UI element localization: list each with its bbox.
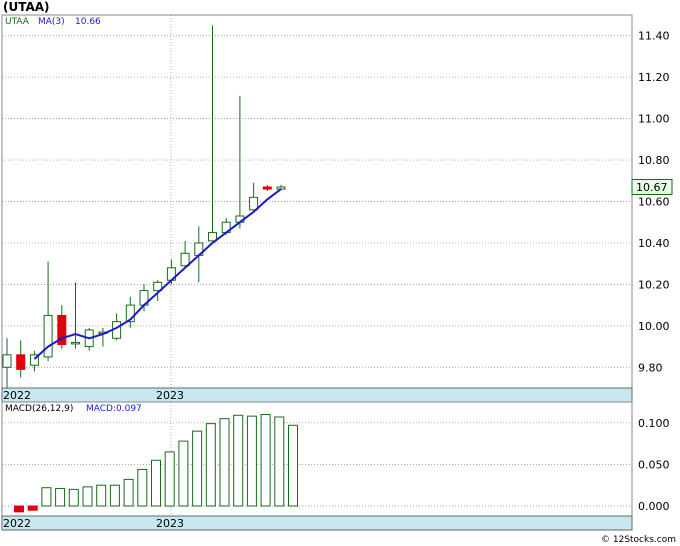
macd-bar: [137, 468, 148, 507]
price-y-tick: 11.00: [638, 113, 670, 126]
macd-bar: [164, 451, 175, 507]
macd-bar: [219, 418, 230, 507]
macd-bar: [123, 478, 134, 507]
candle-body: [71, 341, 80, 345]
price-y-axis: 9.80 10.00 10.20 10.40 10.60 10.80 11.00 11.20 1…: [638, 30, 670, 375]
macd-bar: [41, 487, 52, 507]
candle-body: [180, 252, 190, 267]
macd-x-label-2023: 2023: [156, 517, 184, 530]
candle-body: [276, 186, 286, 190]
price-y-tick: 11.20: [638, 71, 670, 84]
price-y-tick: 10.80: [638, 154, 670, 167]
macd-bar: [151, 459, 161, 507]
last-price-label: 10.67: [636, 181, 668, 194]
macd-bar: [246, 415, 257, 507]
macd-bar: [55, 488, 66, 507]
macd-bar: [14, 505, 24, 513]
price-y-tick: 10.20: [638, 278, 670, 291]
price-x-label-2023: 2023: [156, 389, 184, 402]
macd-y-tick: 0.100: [638, 417, 670, 430]
macd-date-band: [1, 515, 633, 531]
macd-y-tick: 0.050: [638, 458, 670, 471]
macd-y-axis: 0.000 0.050 0.100: [638, 417, 670, 513]
copyright: © 12Stocks.com: [601, 535, 676, 545]
macd-bar: [27, 505, 38, 511]
macd-x-label-2022: 2022: [3, 517, 31, 530]
macd-bar: [109, 484, 120, 507]
price-x-label-2022: 2022: [3, 389, 31, 402]
price-panel: 9.80 10.00 10.20 10.40 10.60 10.80 11.00 11.20 1…: [1, 14, 673, 403]
macd-bar: [192, 430, 203, 507]
candle-body: [43, 314, 53, 358]
candle-body: [249, 196, 259, 211]
macd-bar: [233, 414, 244, 507]
macd-y-tick: 0.000: [638, 500, 670, 513]
ma-value: 10.66: [75, 17, 101, 27]
price-date-band: [1, 387, 633, 403]
candle-body: [2, 354, 12, 368]
macd-bar: [205, 423, 216, 507]
macd-bar: [82, 486, 93, 507]
macd-bar: [274, 416, 285, 507]
macd-bar: [68, 488, 79, 507]
macd-bar: [178, 440, 189, 507]
price-y-tick: 9.80: [638, 361, 663, 374]
price-y-tick: 10.00: [638, 320, 670, 333]
candle-body: [262, 186, 272, 190]
price-y-tick: 11.40: [638, 30, 670, 43]
macd-bar: [260, 413, 271, 507]
stock-chart: (UTAA) 9.80 10.00 10.20 10.40 10.60 10.80 11.0…: [1, 0, 676, 545]
candle-body: [16, 354, 26, 370]
price-y-tick: 10.60: [638, 196, 670, 209]
macd-value: MACD:0.097: [86, 404, 142, 414]
ma-legend: MA(3): [38, 17, 65, 27]
price-y-tick: 10.40: [638, 237, 670, 250]
ticker-legend: UTAA: [5, 17, 30, 27]
macd-bar: [288, 424, 298, 507]
chart-title: (UTAA): [3, 0, 50, 14]
macd-legend: MACD(26,12,9): [5, 404, 73, 414]
macd-panel: 0.000 0.050 0.100 MACD(26,12,9) MACD:0.097…: [1, 401, 670, 531]
macd-bar: [96, 484, 107, 507]
